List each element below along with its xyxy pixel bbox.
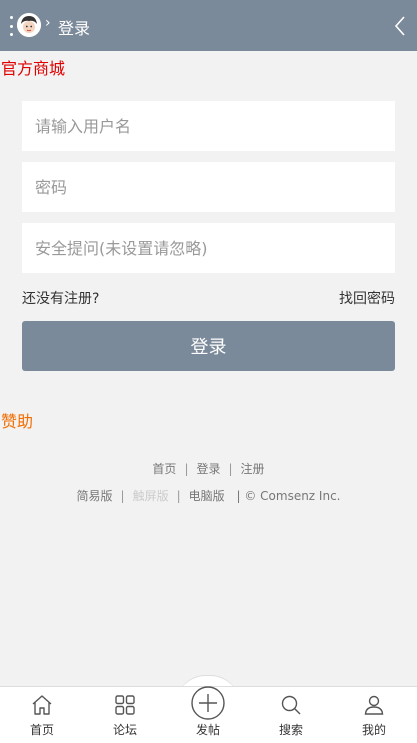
- footer-link-touch[interactable]: 触屏版: [133, 489, 169, 503]
- tab-search[interactable]: 搜索: [261, 687, 321, 743]
- forgot-password-link[interactable]: 找回密码: [339, 288, 395, 308]
- register-link[interactable]: 还没有注册?: [22, 288, 99, 308]
- plus-circle-icon: [191, 686, 225, 720]
- footer-link-desktop[interactable]: 电脑版: [189, 489, 225, 503]
- tab-label: 发帖: [195, 723, 220, 737]
- page-title: 登录: [58, 19, 91, 38]
- breadcrumb-separator: ›: [45, 15, 51, 31]
- tab-label: 我的: [361, 723, 386, 737]
- footer-separator: |: [184, 462, 189, 476]
- tab-forum[interactable]: 论坛: [95, 687, 155, 743]
- search-icon: [281, 695, 301, 715]
- tab-mine[interactable]: 我的: [344, 687, 404, 743]
- username-input[interactable]: [22, 101, 395, 151]
- footer-link-register[interactable]: 注册: [241, 462, 265, 476]
- footer-nav: 首页 | 登录 | 注册: [0, 460, 417, 477]
- security-question-select[interactable]: [22, 223, 395, 273]
- login-button[interactable]: 登录: [22, 321, 395, 371]
- footer-link-simple[interactable]: 简易版: [77, 489, 113, 503]
- site-name-link[interactable]: 官方商城: [1, 55, 65, 79]
- avatar[interactable]: [17, 13, 41, 37]
- vertical-dots-icon[interactable]: [10, 16, 14, 36]
- tab-home[interactable]: 首页: [12, 687, 72, 743]
- chevron-left-icon[interactable]: [393, 14, 407, 38]
- password-input[interactable]: [22, 162, 395, 212]
- copyright-text: | © Comsenz Inc.: [236, 489, 341, 503]
- footer-separator: |: [120, 489, 125, 503]
- tab-post[interactable]: 发帖: [178, 686, 238, 743]
- home-icon: [32, 695, 52, 715]
- footer-link-home[interactable]: 首页: [152, 462, 176, 476]
- tab-label: 论坛: [112, 723, 137, 737]
- tab-label: 首页: [29, 723, 54, 737]
- footer-link-login[interactable]: 登录: [196, 462, 220, 476]
- bottom-tab-bar: 首页 论坛 发帖 搜索 我的: [0, 686, 417, 743]
- footer-separator: |: [176, 489, 181, 503]
- sponsor-link[interactable]: 赞助: [1, 408, 33, 432]
- user-icon: [364, 695, 384, 715]
- avatar-face-icon: [17, 13, 41, 37]
- top-header: › 登录: [0, 0, 417, 51]
- footer-versions: 简易版 | 触屏版 | 电脑版 | © Comsenz Inc.: [0, 487, 417, 504]
- grid-icon: [115, 695, 135, 715]
- footer-separator: |: [228, 462, 233, 476]
- tab-label: 搜索: [278, 723, 303, 737]
